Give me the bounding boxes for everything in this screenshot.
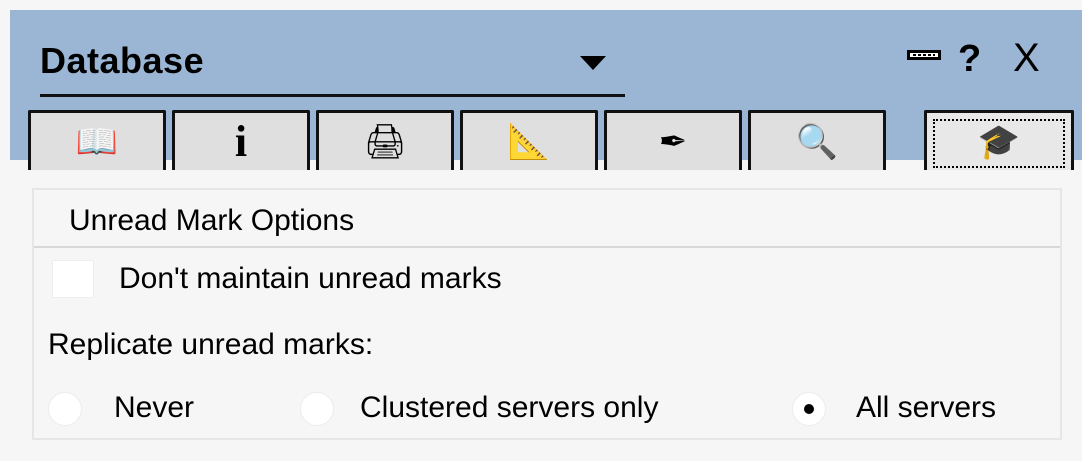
magnifier-icon: 🔍 [795,122,839,161]
replicate-label: Replicate unread marks: [48,328,374,361]
section-divider [34,246,1060,248]
minimize-icon[interactable] [907,50,941,60]
book-icon: 📖 [75,122,119,161]
tab-printer[interactable]: 🖨 [316,110,454,170]
radio-all-servers-label: All servers [856,391,997,424]
radio-never[interactable] [48,392,82,426]
checkbox-label: Don't maintain unread marks [119,262,502,295]
tab-advanced[interactable]: 🎓 [924,110,1074,170]
close-button[interactable]: X [1013,36,1040,81]
pen-icon: ✒ [658,122,688,161]
radio-clustered-label: Clustered servers only [360,391,659,424]
panel-type-selector[interactable]: Database [40,38,625,97]
properties-panel: Database ? X 📖 i 🖨 📐 ✒ 🔍 🎓 Unread Mark O… [0,0,1082,461]
info-icon: i [234,116,248,166]
tab-ruler[interactable]: 📐 [460,110,598,170]
cap-icon: 🎓 [977,122,1021,161]
chevron-down-icon[interactable] [580,56,606,70]
tab-search[interactable]: 🔍 [748,110,886,170]
radio-clustered[interactable] [300,392,334,426]
tab-pen[interactable]: ✒ [604,110,742,170]
unread-options-section: Unread Mark Options Don't maintain unrea… [32,188,1062,440]
radio-never-label: Never [114,391,195,424]
section-title: Unread Mark Options [69,204,355,237]
tab-info[interactable]: i [172,110,310,170]
panel-header: Database ? X 📖 i 🖨 📐 ✒ 🔍 🎓 [10,10,1082,170]
dont-maintain-unread-checkbox[interactable] [52,260,94,298]
printer-icon: 🖨 [363,122,407,161]
tab-book[interactable]: 📖 [28,110,166,170]
help-button[interactable]: ? [958,38,981,81]
panel-title: Database [40,40,205,81]
ruler-triangle-icon: 📐 [507,122,551,161]
radio-all-servers[interactable] [792,392,826,426]
